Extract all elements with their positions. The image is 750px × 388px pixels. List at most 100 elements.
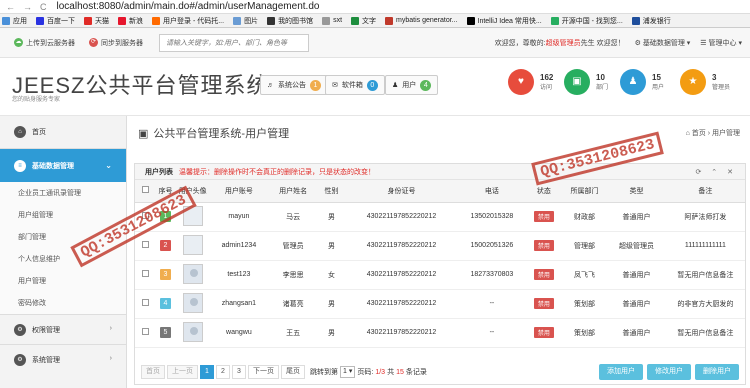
- row-checkbox[interactable]: [141, 299, 149, 306]
- bookmark-icon: [152, 16, 160, 25]
- message-box-button[interactable]: ✉ 软件箱 0: [325, 75, 385, 95]
- bookmark-item[interactable]: sxt: [322, 16, 343, 25]
- status-badge[interactable]: 禁用: [533, 240, 554, 251]
- bookmark-label: 浦发银行: [642, 17, 671, 25]
- back-icon[interactable]: ←: [6, 2, 15, 12]
- row-checkbox[interactable]: [141, 270, 149, 277]
- breadcrumb-current: 用户管理: [712, 130, 740, 137]
- avatar[interactable]: [182, 263, 203, 284]
- stat-2[interactable]: ♟ 15 用户: [620, 69, 664, 95]
- phone: 15002051326: [458, 231, 526, 261]
- upload-button[interactable]: ☁ 上传到云服务器: [14, 38, 75, 48]
- users-button[interactable]: ♟ 用户 4: [385, 75, 439, 95]
- first-page-button[interactable]: 首页: [141, 365, 165, 379]
- envelope-icon: ✉: [332, 82, 338, 89]
- user-type: 普通用户: [607, 318, 666, 348]
- phone: --: [458, 289, 526, 319]
- bookmark-label: 我的图书馆: [278, 17, 314, 25]
- table-row[interactable]: 5 wangwu 王五男 430221197852220212 -- 禁用 策划部 普通用户暂…: [135, 318, 745, 348]
- sidebar-subitem[interactable]: 密码修改: [0, 292, 126, 314]
- bookmark-item[interactable]: 应用: [2, 16, 27, 26]
- stat-0[interactable]: ♥ 162 访问: [508, 69, 553, 95]
- search-input[interactable]: 请输入关键字，如:用户、部门、角色等: [159, 33, 309, 52]
- stat-number: 3: [712, 73, 717, 82]
- table-row[interactable]: 4 zhangsan1 诸葛亮男 430221197852220212 -- 禁用 策划部普…: [135, 289, 745, 319]
- breadcrumb-home[interactable]: 首页: [692, 130, 706, 137]
- table-row[interactable]: 1 mayun 马云男 430221197852220212 13502015328 禁用…: [135, 202, 745, 232]
- row-number-badge: 2: [159, 240, 171, 251]
- stat-number: 10: [596, 73, 605, 82]
- stat-label: 用户: [652, 85, 665, 91]
- bookmark-item[interactable]: 文字: [351, 16, 376, 26]
- sync-button[interactable]: ⟳ 同步到服务器: [89, 38, 143, 48]
- table-row[interactable]: 3 test123 李思思女 430221197852220212 1827337080…: [135, 260, 745, 290]
- pagination: 首页 上一页 123 下一页 尾页 跳转到第 1 ▾ 页码: 1/3 共 15 条记录: [141, 365, 427, 379]
- status-cell: 禁用: [525, 260, 562, 290]
- avatar[interactable]: [182, 234, 203, 255]
- row-checkbox[interactable]: [141, 241, 149, 248]
- chevron-right-icon: ›: [109, 325, 112, 332]
- page-number-button[interactable]: 3: [232, 365, 246, 379]
- sidebar-item-basic-data[interactable]: ≡ 基础数据管理 ⌄: [0, 149, 126, 182]
- table-row[interactable]: 2 admin1234 管理员男 430221197852220212 15002051…: [135, 231, 745, 261]
- row-checkbox-cell: [135, 260, 156, 290]
- url-field[interactable]: localhost:8080/admin/main.do#/admin/user…: [57, 1, 320, 12]
- stat-icon: ▣: [564, 69, 590, 95]
- notice-count-badge: 1: [310, 79, 321, 91]
- reload-icon[interactable]: C: [40, 2, 47, 12]
- basic-data-menu[interactable]: ⚙ 基础数据管理 ▾: [635, 38, 691, 48]
- avatar[interactable]: [182, 321, 203, 342]
- page-number-button[interactable]: 1: [200, 365, 214, 379]
- page-select[interactable]: 1 ▾: [340, 366, 356, 378]
- bookmark-label: mybatis generator...: [396, 17, 458, 24]
- stat-1[interactable]: ▣ 10 部门: [564, 69, 608, 95]
- bookmark-item[interactable]: 用户登录 - 代码托...: [152, 16, 224, 26]
- avatar-cell: [175, 231, 210, 261]
- forward-icon[interactable]: →: [23, 2, 32, 12]
- cloud-upload-icon: ☁: [14, 38, 23, 47]
- sidebar-subitem[interactable]: 企业员工通讯录管理: [0, 182, 126, 204]
- row-checkbox[interactable]: [141, 328, 149, 335]
- panel-actions[interactable]: ⟳ ⌃ ✕: [696, 168, 738, 176]
- status-badge[interactable]: 禁用: [533, 211, 554, 222]
- bookmark-label: sxt: [333, 17, 343, 24]
- bookmark-item[interactable]: 浦发银行: [631, 16, 671, 26]
- add-user-button[interactable]: 添加用户: [599, 364, 643, 380]
- avatar[interactable]: [182, 292, 203, 313]
- user-table: 序号 用户头像 用户账号 用户姓名 性别 身份证号 电话 状态 所属部门 类型 备注 1 mayun 马…: [135, 180, 745, 348]
- bookmark-item[interactable]: 我的图书馆: [267, 16, 313, 26]
- gear-icon: ⚙: [14, 353, 26, 366]
- column-header: 备注: [665, 180, 745, 203]
- sidebar-item-home[interactable]: ⌂ 首页: [0, 116, 126, 149]
- delete-user-button[interactable]: 删除用户: [695, 364, 739, 380]
- status-badge[interactable]: 禁用: [533, 269, 554, 280]
- system-notice-button[interactable]: ♬ 系统公告 1: [260, 75, 328, 95]
- user-account: zhangsan1: [209, 289, 269, 319]
- bookmark-item[interactable]: IntelliJ Idea 常用快...: [466, 16, 542, 26]
- sidebar-item-permissions[interactable]: ⚙ 权限管理 ›: [0, 314, 126, 344]
- slogan: 您的贴身服务专家: [12, 97, 61, 103]
- user-name-cell: 管理员: [268, 231, 318, 261]
- bookmark-item[interactable]: 天猫: [84, 16, 109, 26]
- page-number-button[interactable]: 2: [216, 365, 230, 379]
- next-page-button[interactable]: 下一页: [248, 365, 279, 379]
- last-page-button[interactable]: 尾页: [281, 365, 305, 379]
- sidebar-subitem[interactable]: 用户管理: [0, 270, 126, 292]
- status-badge[interactable]: 禁用: [533, 327, 554, 338]
- prev-page-button[interactable]: 上一页: [167, 365, 198, 379]
- bookmark-item[interactable]: 百度一下: [36, 16, 75, 26]
- bookmark-icon: [385, 16, 394, 25]
- status-badge[interactable]: 禁用: [533, 298, 554, 309]
- user-name[interactable]: 超级管理员: [546, 40, 581, 47]
- welcome-text: 欢迎您，尊敬的:超级管理员先生 欢迎您！: [494, 40, 625, 47]
- bookmark-item[interactable]: 图片: [233, 16, 258, 26]
- bookmark-item[interactable]: 新浪: [118, 16, 143, 26]
- bookmark-item[interactable]: 开源中国 - 找到您...: [550, 16, 623, 26]
- sidebar-subitem[interactable]: 用户组管理: [0, 204, 126, 226]
- select-all-checkbox[interactable]: [141, 186, 149, 194]
- bookmark-item[interactable]: mybatis generator...: [385, 16, 458, 25]
- edit-user-button[interactable]: 修改用户: [647, 364, 691, 380]
- stat-3[interactable]: ★ 3 管理员: [680, 69, 730, 95]
- sidebar-item-system[interactable]: ⚙ 系统管理 ›: [0, 344, 126, 374]
- mgmt-center-menu[interactable]: ☰ 管理中心 ▾: [700, 38, 742, 48]
